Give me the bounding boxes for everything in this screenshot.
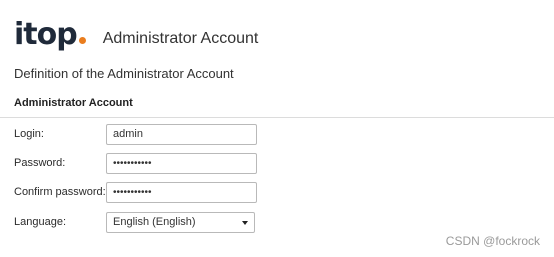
language-label: Language: <box>14 216 66 228</box>
confirm-password-row: Confirm password: <box>14 181 257 203</box>
itop-logo: itop <box>14 20 86 50</box>
section-title: Administrator Account <box>14 97 133 109</box>
login-input[interactable] <box>106 123 257 145</box>
section-divider <box>0 117 554 118</box>
setup-page: itop Administrator Account Definition of… <box>0 0 554 257</box>
language-select[interactable]: English (English) <box>106 211 255 233</box>
watermark: CSDN @fockrock <box>445 234 540 248</box>
confirm-password-input[interactable] <box>106 181 257 203</box>
login-label: Login: <box>14 128 44 140</box>
logo-text: itop <box>14 17 78 52</box>
login-row: Login: <box>14 123 257 145</box>
logo-dot-icon <box>78 37 86 44</box>
language-selected-value: English (English) <box>113 216 196 228</box>
password-row: Password: <box>14 152 257 174</box>
password-input[interactable] <box>106 152 257 174</box>
header: itop Administrator Account <box>14 20 258 54</box>
password-label: Password: <box>14 157 66 169</box>
page-title: Administrator Account <box>102 30 259 47</box>
language-row: Language: English (English) <box>14 211 255 233</box>
confirm-password-label: Confirm password: <box>14 186 106 198</box>
page-subtitle: Definition of the Administrator Account <box>14 66 234 81</box>
chevron-down-icon <box>242 221 248 225</box>
